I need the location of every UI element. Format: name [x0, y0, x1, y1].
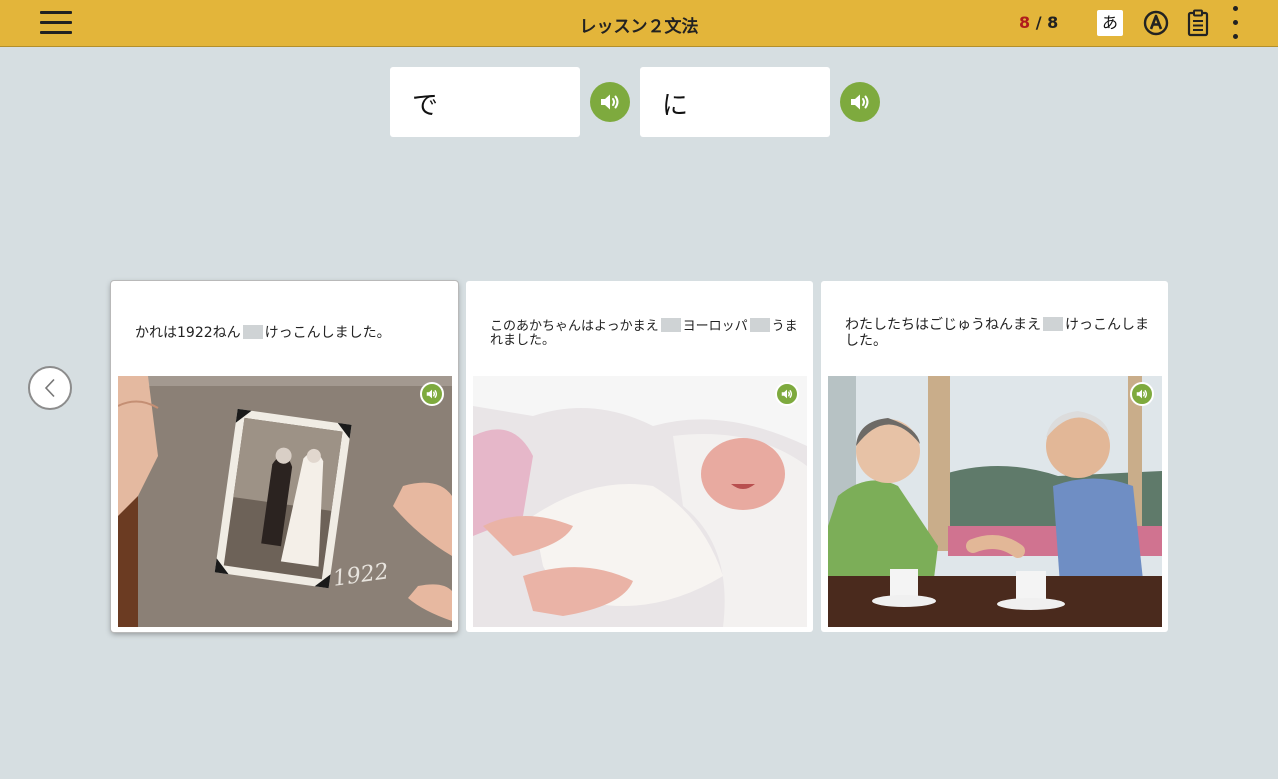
progress-separator: / [1030, 13, 1048, 32]
option-text: で [412, 91, 439, 121]
previous-button[interactable] [28, 366, 72, 410]
kebab-dot [1233, 34, 1238, 39]
sentence-part: ヨーロッパ [682, 319, 748, 334]
sentence-card-3[interactable]: わたしたちはごじゅうねんまえ けっこんしました。 [821, 281, 1168, 632]
progress-current: 8 [1019, 13, 1031, 32]
sentence-part: かれは1922ねん [135, 325, 241, 341]
lesson-title: レッスン２文法 [579, 17, 699, 37]
kebab-icon[interactable] [1233, 6, 1239, 40]
clipboard-icon[interactable] [1187, 9, 1209, 41]
elderly-couple-image [828, 376, 1162, 627]
blank-slot [749, 318, 770, 332]
option-text: に [662, 91, 689, 121]
top-bar: レッスン２文法 8 / 8 あ [0, 0, 1278, 47]
chevron-left-icon [44, 378, 55, 398]
speaker-icon[interactable] [590, 82, 630, 122]
speaker-icon[interactable] [420, 382, 444, 406]
sentence-text: かれは1922ねん けっこんしました。 [135, 325, 444, 341]
sentence-card-2[interactable]: このあかちゃんはよっかまえ ヨーロッパ うまれました。 [466, 281, 813, 632]
sentence-card-1[interactable]: かれは1922ねん けっこんしました。 1922 [111, 281, 458, 632]
sentence-text: このあかちゃんはよっかまえ ヨーロッパ うまれました。 [490, 318, 799, 348]
kebab-dot [1233, 6, 1238, 11]
blank-slot [660, 318, 681, 332]
option-card-de[interactable]: で [390, 67, 580, 137]
speaker-icon[interactable] [775, 382, 799, 406]
progress-counter: 8 / 8 [1019, 13, 1058, 32]
sentence-part: けっこんしました。 [264, 325, 391, 341]
speaker-icon[interactable] [1130, 382, 1154, 406]
wedding-photo-album-image: 1922 [118, 376, 452, 627]
sentence-part: わたしたちはごじゅうねんまえ [845, 317, 1041, 333]
blank-slot [242, 325, 263, 339]
progress-total: 8 [1047, 13, 1059, 32]
kebab-dot [1233, 20, 1238, 25]
kana-icon[interactable]: あ [1097, 10, 1123, 36]
speaker-icon[interactable] [840, 82, 880, 122]
option-card-ni[interactable]: に [640, 67, 830, 137]
sentence-text: わたしたちはごじゅうねんまえ けっこんしました。 [845, 317, 1154, 349]
newborn-baby-image [473, 376, 807, 627]
blank-slot [1043, 317, 1063, 331]
sentence-part: このあかちゃんはよっかまえ [490, 319, 659, 334]
circle-a-icon[interactable] [1143, 10, 1169, 40]
